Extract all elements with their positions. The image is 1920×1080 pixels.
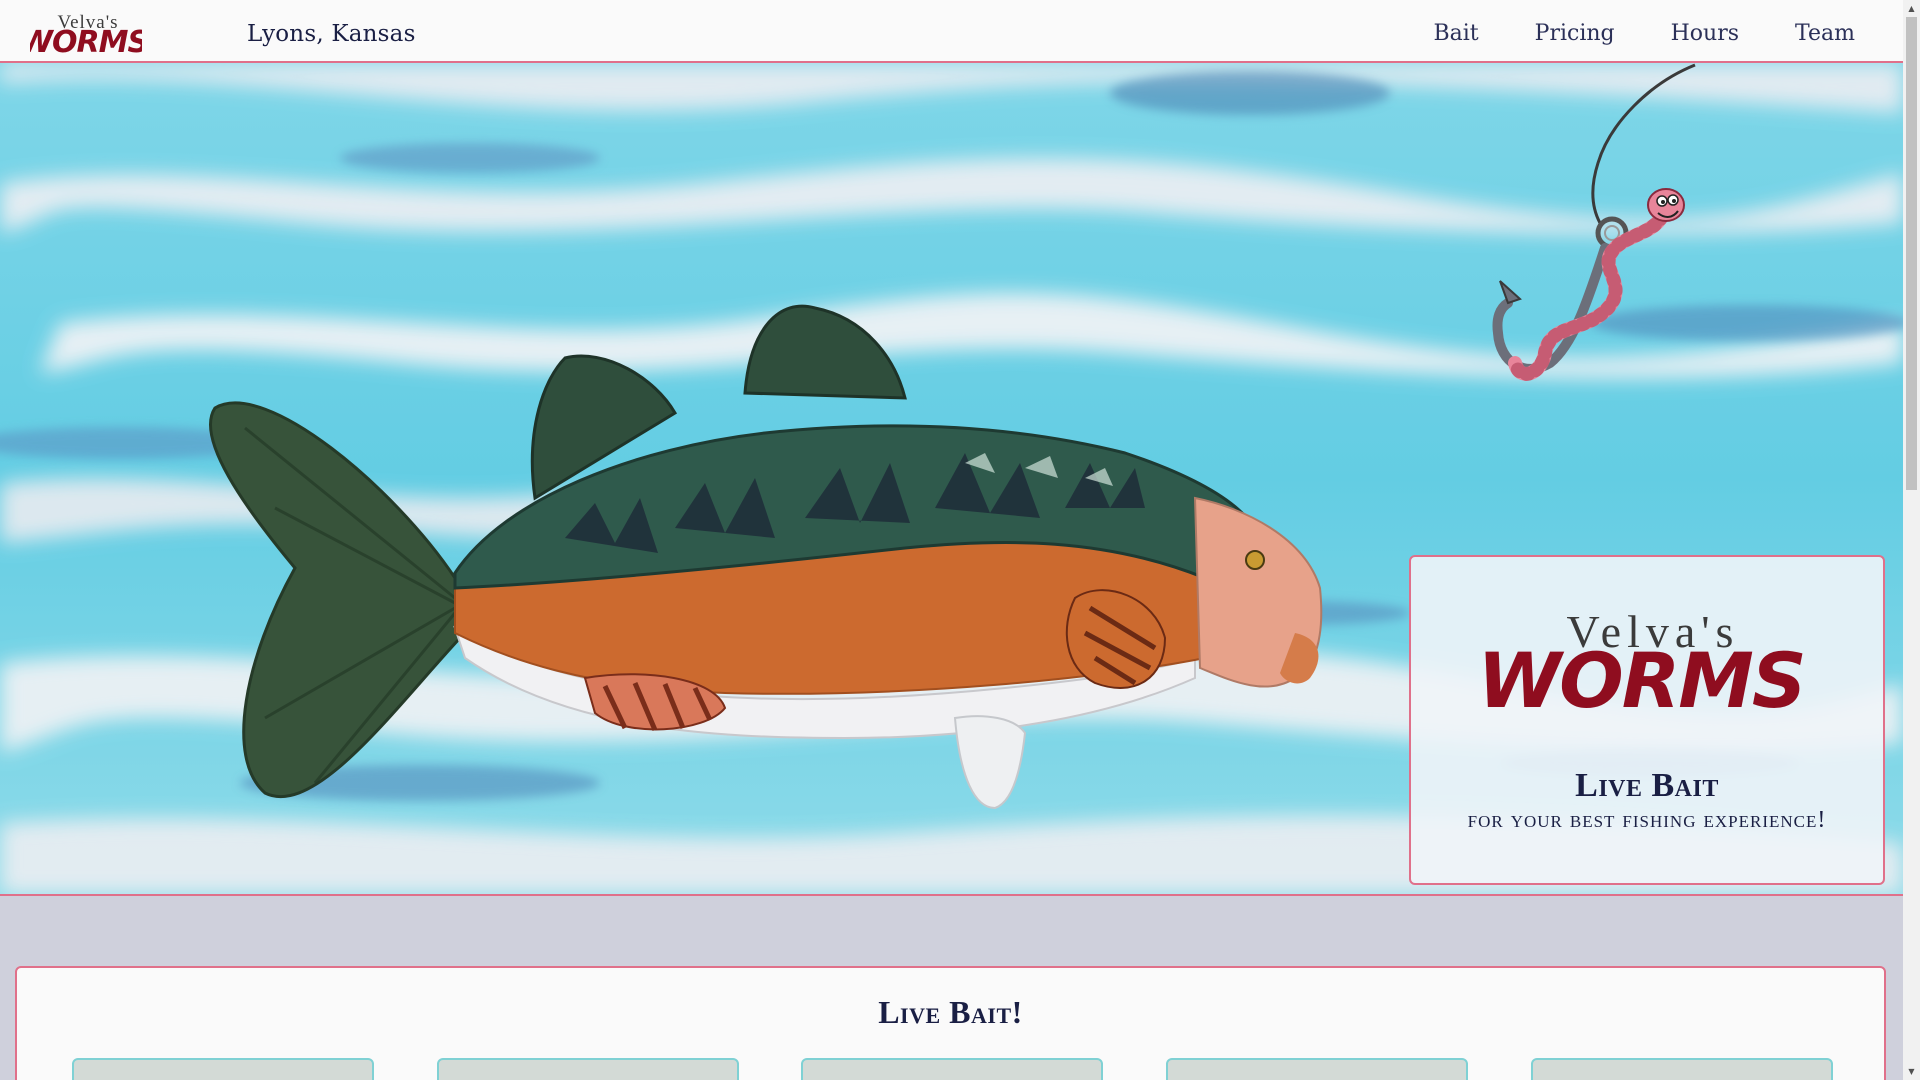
brand-logo-bottom: WORMS	[30, 25, 142, 56]
bait-card[interactable]	[1531, 1058, 1833, 1080]
nav-link-pricing[interactable]: Pricing	[1535, 21, 1615, 46]
hero-card-logo: Velva's WORMS	[1481, 609, 1807, 717]
hero-card-title: Live Bait	[1575, 767, 1719, 804]
hero-card-subtitle: for your best fishing experience!	[1467, 807, 1827, 833]
nav-link-hours[interactable]: Hours	[1671, 21, 1739, 46]
navbar: Velva's WORMS Lyons, Kansas Bait Pricing…	[0, 0, 1903, 63]
bait-card[interactable]	[801, 1058, 1103, 1080]
brand-logo[interactable]: Velva's WORMS	[30, 12, 142, 56]
live-bait-section: Live Bait!	[15, 966, 1886, 1080]
nav-link-bait[interactable]: Bait	[1433, 21, 1478, 46]
nav-links: Bait Pricing Hours Team	[1377, 21, 1855, 46]
bass-fish-illustration	[209, 304, 1323, 810]
arrow-down-icon[interactable]: ▼	[1903, 1063, 1920, 1080]
hero-banner: Velva's WORMS Live Bait for your best fi…	[0, 63, 1903, 896]
hero-card: Velva's WORMS Live Bait for your best fi…	[1409, 555, 1885, 885]
page: Velva's WORMS Lyons, Kansas Bait Pricing…	[0, 0, 1920, 1080]
hero-card-logo-bottom: WORMS	[1481, 636, 1805, 717]
fishing-hook-icon	[1492, 63, 1696, 381]
viewport: Velva's WORMS Lyons, Kansas Bait Pricing…	[0, 0, 1903, 1080]
arrow-up-icon[interactable]: ▲	[1903, 0, 1920, 17]
bait-card[interactable]	[1166, 1058, 1468, 1080]
nav-link-team[interactable]: Team	[1795, 21, 1855, 46]
bait-card[interactable]	[437, 1058, 739, 1080]
vertical-scrollbar[interactable]: ▲ ▼	[1903, 0, 1920, 1080]
live-bait-heading: Live Bait!	[878, 994, 1023, 1030]
location-label: Lyons, Kansas	[247, 21, 416, 47]
worm-icon	[1508, 188, 1685, 381]
scrollbar-thumb[interactable]	[1906, 17, 1917, 490]
bait-card[interactable]	[72, 1058, 374, 1080]
